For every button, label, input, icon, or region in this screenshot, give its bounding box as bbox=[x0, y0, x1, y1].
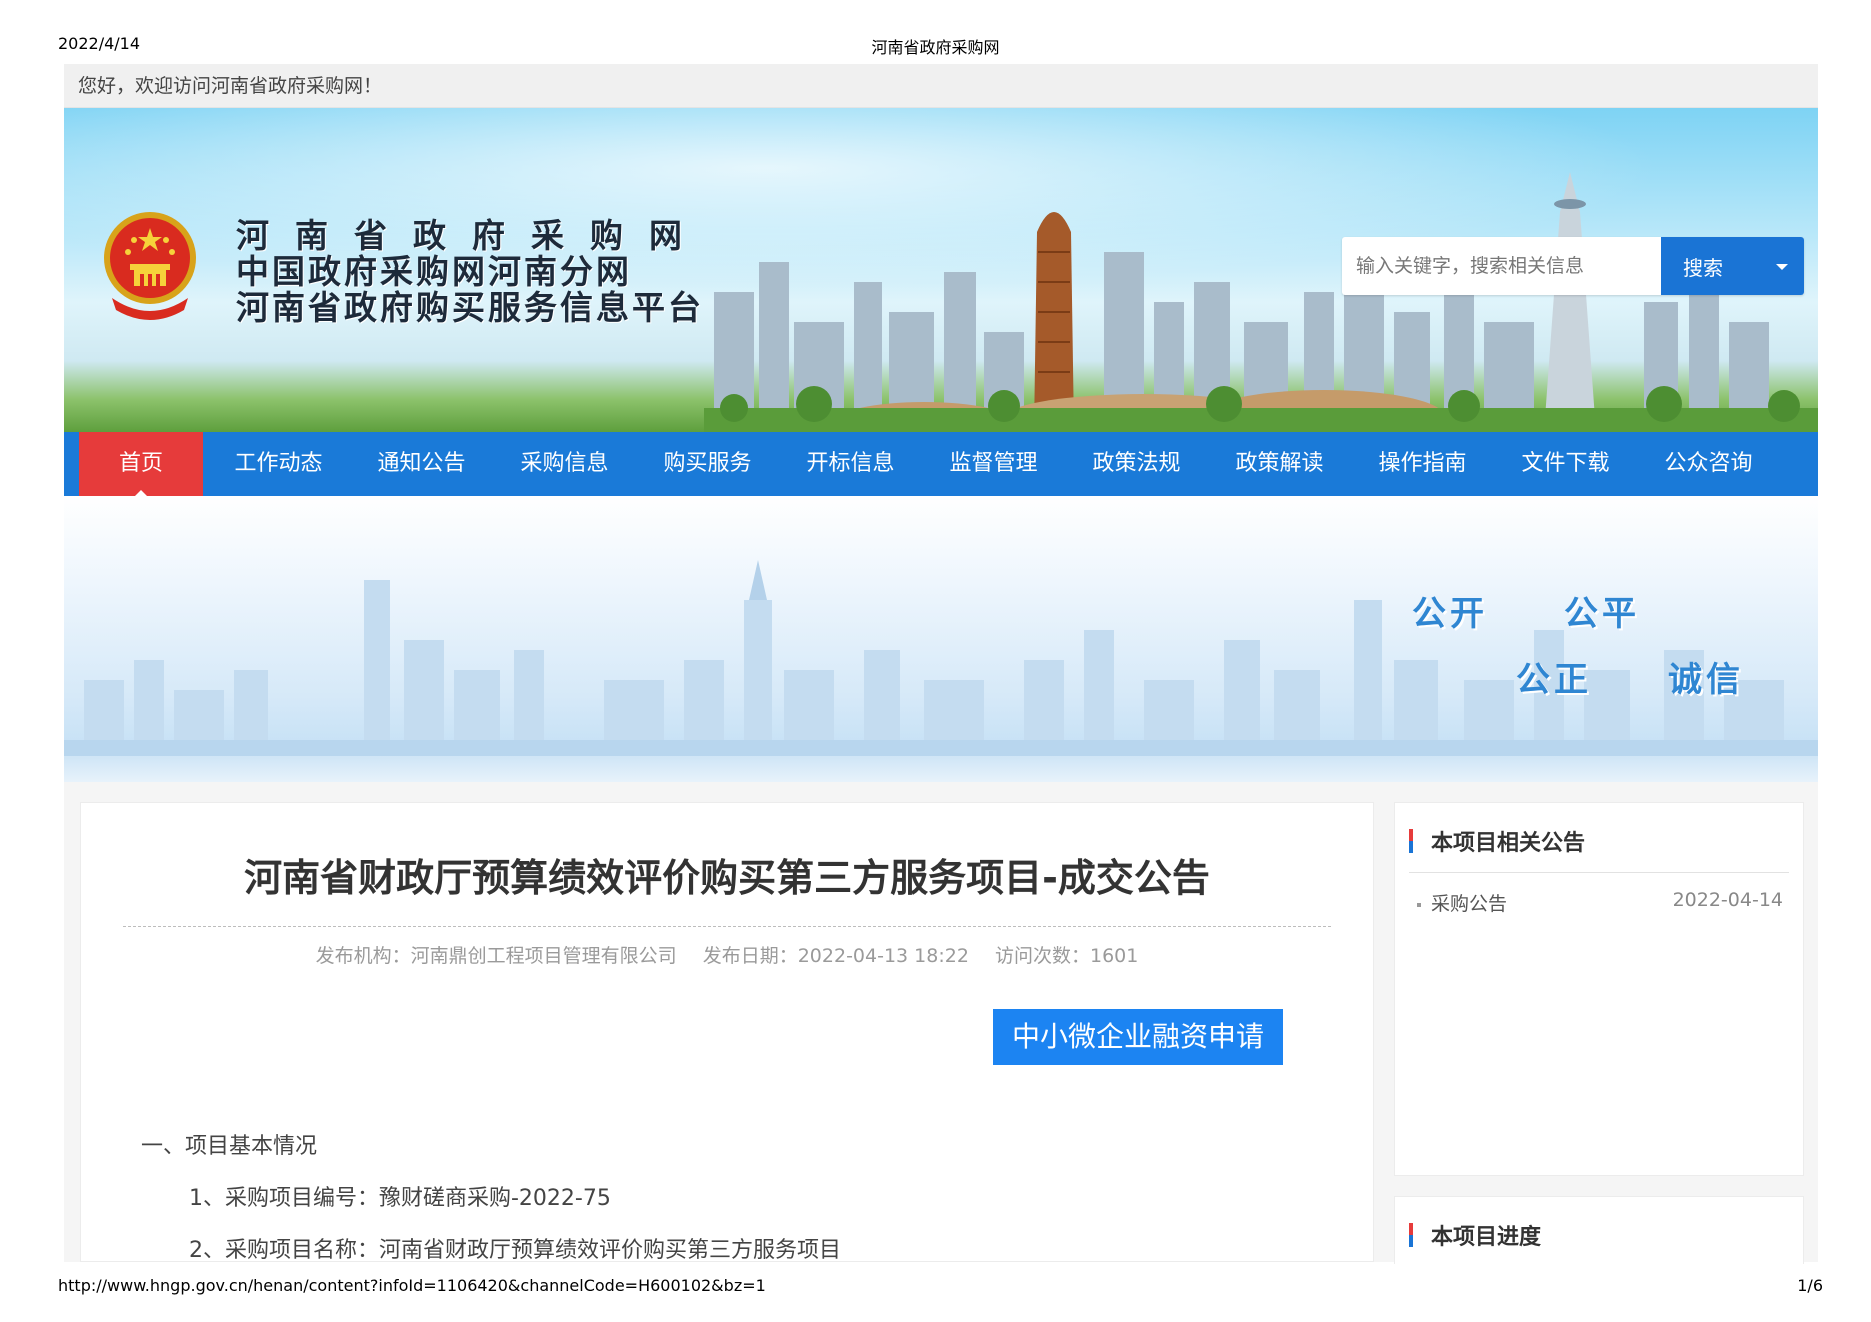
nav-item-notices[interactable]: 通知公告 bbox=[358, 432, 485, 496]
site-names: 河南省政府采购网 中国政府采购网河南分网 河南省政府购买服务信息平台 bbox=[236, 218, 708, 326]
nav-item-purchase-services[interactable]: 购买服务 bbox=[644, 432, 771, 496]
section-heading: 一、项目基本情况 bbox=[141, 1134, 318, 1159]
progress-header: 本项目进度 bbox=[1409, 1219, 1789, 1264]
visit-count: 访问次数：1601 bbox=[994, 945, 1139, 967]
sidebar: 本项目相关公告 采购公告 2022-04-14 本项目进度 bbox=[1394, 802, 1804, 1264]
related-item-date: 2022-04-14 bbox=[1672, 889, 1783, 911]
related-notices-title: 本项目相关公告 bbox=[1431, 831, 1586, 856]
progress-panel: 本项目进度 bbox=[1394, 1196, 1804, 1264]
divider bbox=[123, 926, 1331, 927]
nav-item-policy-interpretation[interactable]: 政策解读 bbox=[1216, 432, 1343, 496]
project-name: 2、采购项目名称：河南省财政厅预算绩效评价购买第三方服务项目 bbox=[189, 1238, 841, 1263]
city-outline-image bbox=[64, 560, 1818, 760]
related-notices-panel: 本项目相关公告 采购公告 2022-04-14 bbox=[1394, 802, 1804, 1176]
header-bar-icon bbox=[1409, 1223, 1413, 1247]
bullet-icon bbox=[1417, 902, 1421, 907]
print-page-number: 1/6 bbox=[1797, 1276, 1823, 1295]
chevron-down-icon[interactable] bbox=[1776, 264, 1788, 270]
article-panel: 河南省财政厅预算绩效评价购买第三方服务项目-成交公告 发布机构：河南鼎创工程项目… bbox=[80, 802, 1374, 1263]
nav-item-downloads[interactable]: 文件下载 bbox=[1502, 432, 1629, 496]
welcome-text: 您好，欢迎访问河南省政府采购网！ bbox=[64, 64, 1818, 108]
publish-date: 发布日期：2022-04-13 18:22 bbox=[702, 945, 969, 967]
nav-item-supervision[interactable]: 监督管理 bbox=[930, 432, 1057, 496]
search-box: 搜索 bbox=[1342, 237, 1804, 295]
project-number: 1、采购项目编号：豫财磋商采购-2022-75 bbox=[189, 1186, 611, 1211]
main-nav: 首页 工作动态 通知公告 采购信息 购买服务 开标信息 监督管理 政策法规 政策… bbox=[64, 432, 1818, 496]
nav-item-policies[interactable]: 政策法规 bbox=[1073, 432, 1200, 496]
nav-item-bid-opening[interactable]: 开标信息 bbox=[787, 432, 914, 496]
city-skyline-image bbox=[704, 172, 1818, 432]
slogan-fairness: 公平 bbox=[1564, 594, 1640, 634]
header-bar-icon bbox=[1409, 829, 1413, 853]
page: 您好，欢迎访问河南省政府采购网！ 河南省政府采购网 中国政府采购网河南分网 河南… bbox=[64, 64, 1818, 1264]
financing-apply-button[interactable]: 中小微企业融资申请 bbox=[993, 1009, 1283, 1065]
related-item-label[interactable]: 采购公告 bbox=[1431, 893, 1507, 915]
site-name-1: 河南省政府采购网 bbox=[236, 216, 708, 255]
search-button-label: 搜索 bbox=[1683, 255, 1723, 280]
nav-item-guide[interactable]: 操作指南 bbox=[1359, 432, 1486, 496]
site-name-3: 河南省政府购买服务信息平台 bbox=[236, 288, 704, 327]
print-title: 河南省政府采购网 bbox=[871, 38, 1000, 57]
slogan-justice: 公正 bbox=[1516, 660, 1592, 700]
national-emblem-icon bbox=[104, 212, 196, 320]
content-area: 河南省财政厅预算绩效评价购买第三方服务项目-成交公告 发布机构：河南鼎创工程项目… bbox=[64, 782, 1818, 1264]
related-notices-header: 本项目相关公告 bbox=[1409, 825, 1789, 873]
search-input[interactable] bbox=[1342, 237, 1661, 295]
publisher: 发布机构：河南鼎创工程项目管理有限公司 bbox=[315, 945, 677, 967]
slogan-integrity: 诚信 bbox=[1668, 660, 1744, 700]
site-name-2: 中国政府采购网河南分网 bbox=[236, 252, 632, 291]
article-meta: 发布机构：河南鼎创工程项目管理有限公司 发布日期：2022-04-13 18:2… bbox=[81, 941, 1373, 968]
search-button[interactable]: 搜索 bbox=[1661, 237, 1804, 295]
nav-item-work-news[interactable]: 工作动态 bbox=[215, 432, 342, 496]
progress-title: 本项目进度 bbox=[1431, 1225, 1542, 1250]
print-url: http://www.hngp.gov.cn/henan/content?inf… bbox=[58, 1276, 766, 1295]
article-title: 河南省财政厅预算绩效评价购买第三方服务项目-成交公告 bbox=[244, 856, 1210, 900]
slogan-banner: 公开 公平 公正 诚信 bbox=[64, 496, 1818, 782]
nav-item-home[interactable]: 首页 bbox=[79, 432, 203, 496]
slogan-openness: 公开 bbox=[1412, 594, 1488, 634]
header-banner: 河南省政府采购网 中国政府采购网河南分网 河南省政府购买服务信息平台 输入关键字… bbox=[64, 108, 1818, 432]
list-item[interactable]: 采购公告 2022-04-14 bbox=[1417, 889, 1783, 916]
nav-item-public-consult[interactable]: 公众咨询 bbox=[1645, 432, 1772, 496]
nav-item-procurement-info[interactable]: 采购信息 bbox=[501, 432, 628, 496]
